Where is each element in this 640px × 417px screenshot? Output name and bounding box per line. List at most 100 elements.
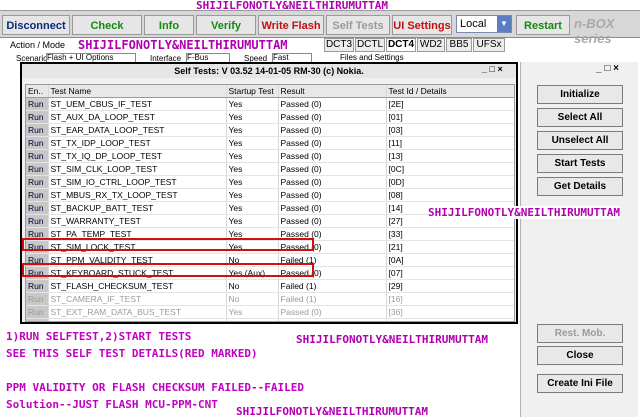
local-select[interactable]: Local ▼ <box>456 15 512 33</box>
check-button[interactable]: Check <box>72 15 142 35</box>
brand-logo: n-BOX series <box>574 16 615 46</box>
result-cell: Passed (0) <box>278 175 387 189</box>
unselect-all-button[interactable]: Unselect All <box>537 131 623 150</box>
run-button[interactable]: Run <box>26 162 49 176</box>
close-icon[interactable]: × <box>613 63 619 74</box>
test-id-cell: [07] <box>386 266 514 280</box>
run-button[interactable]: Run <box>26 305 49 319</box>
result-cell: Passed (0) <box>278 201 387 215</box>
main-toolbar: Disconnect Check Info Verify Write Flash… <box>0 10 640 46</box>
table-row[interactable]: Run ST_AUX_DA_LOOP_TEST Yes Passed (0) [01] <box>26 110 514 124</box>
tab-dct3[interactable]: DCT3 <box>324 38 354 52</box>
startup-cell: Yes <box>226 136 279 150</box>
self-tests-dialog: Self Tests: V 03.52 14-01-05 RM-30 (c) N… <box>20 62 518 324</box>
table-row[interactable]: Run ST_TX_IDP_LOOP_TEST Yes Passed (0) [11] <box>26 136 514 150</box>
ui-settings-button[interactable]: UI Settings <box>392 15 452 35</box>
result-cell: Passed (0) <box>278 123 387 137</box>
table-row[interactable]: Run ST_EXT_RAM_DATA_BUS_TEST Yes Passed (0)… <box>26 305 514 319</box>
startup-cell: Yes <box>226 214 279 228</box>
info-button[interactable]: Info <box>144 15 194 35</box>
table-row[interactable]: RunST_EXT_RAM_ADDR_BUS_TESTYes (Aux)Pass… <box>26 318 514 321</box>
table-row[interactable]: Run ST_SIM_IO_CTRL_LOOP_TEST Yes Passed (0)… <box>26 175 514 189</box>
restart-button[interactable]: Restart <box>516 15 570 35</box>
run-button[interactable]: Run <box>26 149 49 163</box>
startup-cell: Yes <box>226 188 279 202</box>
minimize-icon[interactable]: _ <box>482 64 490 74</box>
result-cell: Passed (0) <box>278 136 387 150</box>
create-ini-file-button[interactable]: Create Ini File <box>537 374 623 393</box>
test-name-cell: ST_SIM_CLK_LOOP_TEST <box>48 162 227 176</box>
startup-cell: Yes <box>226 97 279 111</box>
test-name-cell: ST_EXT_RAM_DATA_BUS_TEST <box>48 305 227 319</box>
chevron-down-icon: ▼ <box>497 16 511 32</box>
table-row[interactable]: Run ST_EAR_DATA_LOOP_TEST Yes Passed (0) [03… <box>26 123 514 137</box>
test-name-cell: ST_CAMERA_IF_TEST <box>48 292 227 306</box>
table-row[interactable]: Run ST_FLASH_CHECKSUM_TEST No Failed (1) [29… <box>26 279 514 293</box>
tab-dctl[interactable]: DCTL <box>355 38 385 52</box>
run-button[interactable]: Run <box>26 175 49 189</box>
test-id-cell: [01] <box>386 110 514 124</box>
test-id-cell: [36] <box>386 305 514 319</box>
run-button[interactable]: Run <box>26 97 49 111</box>
tab-dct4[interactable]: DCT4 <box>386 38 416 52</box>
run-button[interactable]: Run <box>26 318 49 321</box>
test-name-cell: ST_WARRANTY_TEST <box>48 214 227 228</box>
run-button[interactable]: Run <box>26 214 49 228</box>
test-name-cell: ST_SIM_IO_CTRL_LOOP_TEST <box>48 175 227 189</box>
close-button[interactable]: Close <box>537 346 623 365</box>
startup-cell: Yes <box>226 110 279 124</box>
run-button[interactable]: Run <box>26 201 49 215</box>
test-name-cell: ST_FLASH_CHECKSUM_TEST <box>48 279 227 293</box>
disconnect-button[interactable]: Disconnect <box>2 15 70 35</box>
select-all-button[interactable]: Select All <box>537 108 623 127</box>
test-name-cell: ST_BACKUP_BATT_TEST <box>48 201 227 215</box>
run-button[interactable]: Run <box>26 123 49 137</box>
write-flash-button[interactable]: Write Flash <box>258 15 324 35</box>
startup-cell: Yes (Aux) <box>226 318 279 321</box>
self-tests-button[interactable]: Self Tests <box>326 15 390 35</box>
close-icon[interactable]: × <box>497 64 502 74</box>
table-row[interactable]: Run ST_UEM_CBUS_IF_TEST Yes Passed (0) [2E] <box>26 97 514 111</box>
startup-cell: Yes <box>226 201 279 215</box>
run-button[interactable]: Run <box>26 110 49 124</box>
col-en[interactable]: En.. <box>26 85 49 98</box>
table-row[interactable]: Run ST_MBUS_RX_TX_LOOP_TEST Yes Passed (0)[… <box>26 188 514 202</box>
result-cell: Passed (0) <box>278 214 387 228</box>
run-button[interactable]: Run <box>26 136 49 150</box>
col-startup[interactable]: Startup Test <box>226 85 279 98</box>
initialize-button[interactable]: Initialize <box>537 85 623 104</box>
tab-wd2[interactable]: WD2 <box>417 38 445 52</box>
screenshot-root: SHIJILFONOTLY&NEILTHIRUMUTTAM Disconnect… <box>0 0 640 417</box>
test-id-cell: [21] <box>386 240 514 254</box>
table-row[interactable]: Run ST_SIM_CLK_LOOP_TEST Yes Passed (0) [0C] <box>26 162 514 176</box>
tab-bb5[interactable]: BB5 <box>446 38 472 52</box>
get-details-button[interactable]: Get Details <box>537 177 623 196</box>
col-test-id[interactable]: Test Id / Details <box>386 85 514 98</box>
maximize-icon[interactable]: □ <box>604 63 613 74</box>
test-name-cell: ST_EXT_RAM_ADDR_BUS_TEST <box>48 318 227 321</box>
tab-ufsx[interactable]: UFSx <box>473 38 505 52</box>
run-button[interactable]: Run <box>26 292 49 306</box>
test-id-cell: [37] <box>386 318 514 321</box>
col-test-name[interactable]: Test Name <box>48 85 227 98</box>
start-tests-button[interactable]: Start Tests <box>537 154 623 173</box>
result-cell: Passed (0) <box>278 110 387 124</box>
verify-button[interactable]: Verify <box>196 15 256 35</box>
test-name-cell: ST_EAR_DATA_LOOP_TEST <box>48 123 227 137</box>
test-id-cell: [33] <box>386 227 514 241</box>
test-name-cell: ST_AUX_DA_LOOP_TEST <box>48 110 227 124</box>
table-row[interactable]: Run ST_CAMERA_IF_TEST No Failed (1) [16] <box>26 292 514 306</box>
watermark-second: SHIJILFONOTLY&NEILTHIRUMUTTAM <box>78 38 288 52</box>
col-result[interactable]: Result <box>278 85 387 98</box>
files-settings-label: Files and Settings <box>340 53 404 62</box>
run-button[interactable]: Run <box>26 188 49 202</box>
dialog-window-controls: _ □ × <box>482 64 503 74</box>
startup-cell: Yes <box>226 162 279 176</box>
watermark-middle: SHIJILFONOTLY&NEILTHIRUMUTTAM <box>296 333 489 346</box>
run-button[interactable]: Run <box>26 279 49 293</box>
table-row[interactable]: Run ST_TX_IQ_DP_LOOP_TEST Yes Passed (0) [13… <box>26 149 514 163</box>
rest-mob-button[interactable]: Rest. Mob. <box>537 324 623 343</box>
test-name-cell: ST_MBUS_RX_TX_LOOP_TEST <box>48 188 227 202</box>
watermark-right: SHIJILFONOTLY&NEILTHIRUMUTTAM <box>428 206 621 219</box>
startup-cell: No <box>226 292 279 306</box>
